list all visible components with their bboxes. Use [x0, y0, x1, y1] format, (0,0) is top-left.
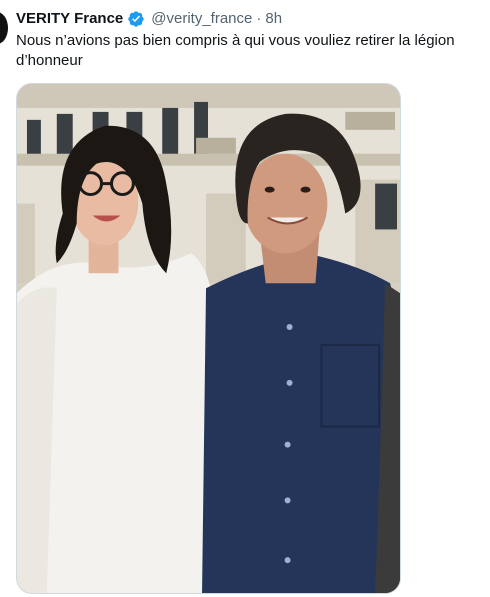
separator-dot: ·: [256, 10, 262, 27]
author-handle[interactable]: @verity_france: [151, 9, 252, 29]
tweet-timestamp[interactable]: 8h: [265, 9, 282, 29]
verified-badge-icon: [127, 10, 145, 28]
photo-illustration: [17, 84, 400, 593]
author-display-name[interactable]: VERITY France: [16, 9, 123, 29]
right-window: [375, 183, 398, 230]
building-cornice: [17, 84, 400, 108]
tweet-photo[interactable]: [16, 83, 401, 594]
navy-shirt: [202, 253, 400, 593]
tweet-text: Nous n’avions pas bien compris à qui vou…: [16, 32, 455, 69]
man-face: [243, 153, 328, 254]
author-avatar[interactable]: [0, 12, 8, 44]
tweet-header: VERITY France @verity_france · 8h: [16, 9, 282, 29]
